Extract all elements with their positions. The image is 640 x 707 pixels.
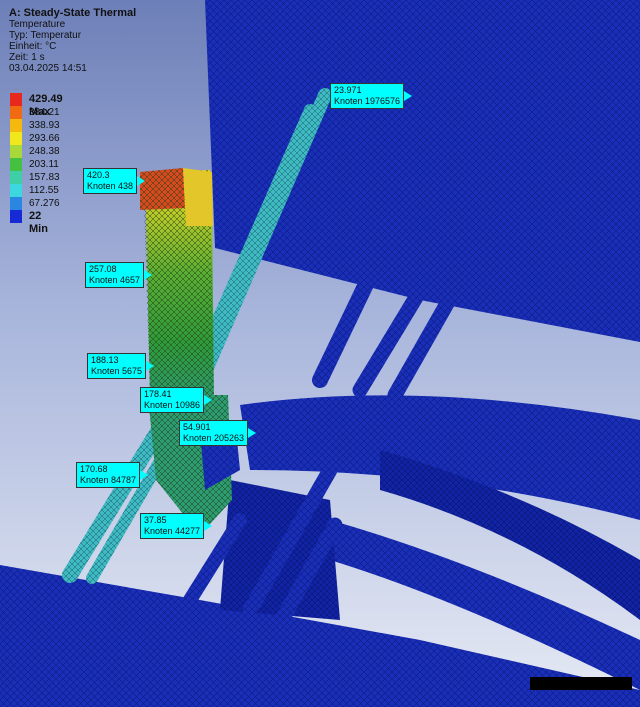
legend-value: 293.66 bbox=[29, 133, 60, 144]
probe-label[interactable]: 37.85 Knoten 44277 bbox=[140, 513, 213, 539]
probe-value: 420.3 bbox=[87, 170, 110, 180]
legend-swatch bbox=[10, 145, 22, 158]
probe-value: 54.901 bbox=[183, 422, 211, 432]
probe-label[interactable]: 178.41 Knoten 10986 bbox=[140, 387, 213, 413]
legend-value: 203.11 bbox=[29, 159, 59, 170]
probe-node: Knoten 44277 bbox=[144, 526, 201, 536]
legend-swatch bbox=[10, 184, 22, 197]
legend-swatch bbox=[10, 119, 22, 132]
result-date: 03.04.2025 14:51 bbox=[9, 63, 87, 74]
probe-label[interactable]: 420.3 Knoten 438 bbox=[83, 168, 146, 194]
probe-node: Knoten 1976576 bbox=[334, 96, 401, 106]
probe-node: Knoten 10986 bbox=[144, 400, 201, 410]
probe-node: Knoten 438 bbox=[87, 181, 134, 191]
legend-swatch bbox=[10, 197, 22, 210]
legend-value: 157.83 bbox=[29, 172, 60, 183]
result-info: A: Steady-State Thermal Temperature Typ:… bbox=[9, 7, 137, 75]
legend-swatch bbox=[10, 171, 22, 184]
legend-value: 384.21 bbox=[29, 107, 60, 118]
analysis-title: A: Steady-State Thermal bbox=[9, 7, 137, 19]
probe-value: 178.41 bbox=[144, 389, 172, 399]
probe-node: Knoten 5675 bbox=[91, 366, 143, 376]
scale-bar bbox=[530, 677, 632, 690]
probe-label[interactable]: 23.971 Knoten 1976576 bbox=[330, 83, 413, 109]
legend-value: 338.93 bbox=[29, 120, 60, 131]
result-type: Typ: Temperatur bbox=[9, 30, 82, 41]
legend-swatch bbox=[10, 210, 22, 223]
probe-value: 188.13 bbox=[91, 355, 119, 365]
result-unit: Einheit: °C bbox=[9, 41, 57, 52]
legend-value: 112.55 bbox=[29, 185, 59, 196]
probe-value: 257.08 bbox=[89, 264, 117, 274]
fea-viewport[interactable]: A: Steady-State Thermal Temperature Typ:… bbox=[0, 0, 640, 707]
probe-label[interactable]: 170.68 Knoten 84787 bbox=[76, 462, 149, 488]
probe-node: Knoten 84787 bbox=[80, 475, 137, 485]
legend-swatch bbox=[10, 106, 22, 119]
probe-label[interactable]: 188.13 Knoten 5675 bbox=[87, 353, 155, 379]
legend-swatch bbox=[10, 93, 22, 106]
legend-value: 248.38 bbox=[29, 146, 60, 157]
probe-value: 37.85 bbox=[144, 515, 167, 525]
probe-node: Knoten 205263 bbox=[183, 433, 245, 443]
probe-label[interactable]: 257.08 Knoten 4657 bbox=[85, 262, 153, 288]
probe-value: 170.68 bbox=[80, 464, 108, 474]
probe-value: 23.971 bbox=[334, 85, 362, 95]
legend-value: 67.276 bbox=[29, 198, 60, 209]
result-time: Zeit: 1 s bbox=[9, 52, 45, 63]
legend-min-label: 22 Min bbox=[29, 210, 48, 235]
probe-node: Knoten 4657 bbox=[89, 275, 141, 285]
probe-label[interactable]: 54.901 Knoten 205263 bbox=[179, 420, 257, 446]
result-name: Temperature bbox=[9, 19, 66, 30]
legend-swatch bbox=[10, 132, 22, 145]
legend-swatch bbox=[10, 158, 22, 171]
